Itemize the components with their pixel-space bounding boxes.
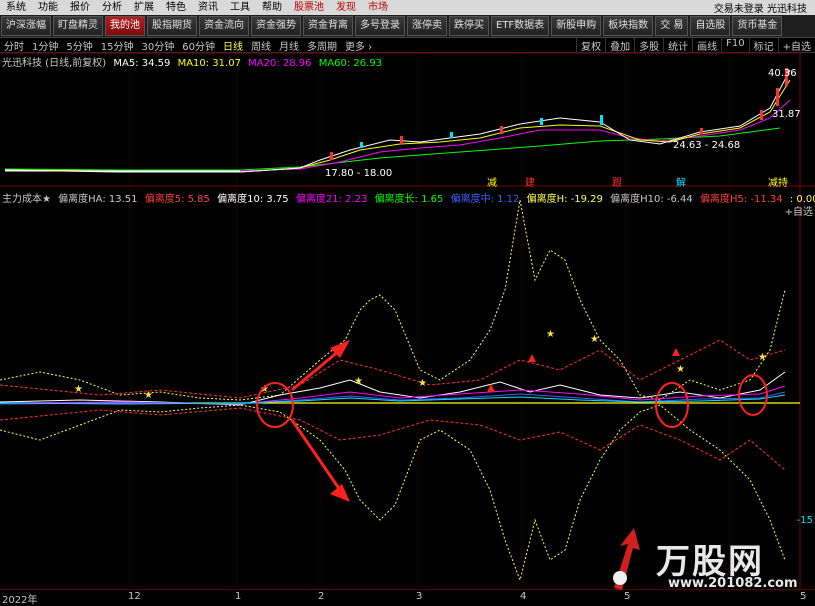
chart-canvas[interactable]: 减 建 跟 解 减持 ★★★ ★ ★★ ★★★ [0, 0, 815, 605]
svg-text:★: ★ [354, 376, 363, 387]
watermark-logo: 万股网 www.201082.com [606, 526, 811, 596]
svg-text:★: ★ [590, 334, 599, 345]
x-tick-2: 2 [318, 591, 325, 602]
vgrid [129, 53, 731, 589]
svg-text:★: ★ [676, 364, 685, 375]
logo-arrow-icon [613, 528, 640, 590]
red-dash-lower [0, 407, 786, 471]
dev-h: 偏离度H: -19.29 [526, 194, 603, 205]
signal-build: 建 [525, 176, 535, 189]
svg-text:★: ★ [418, 378, 427, 389]
dev-5: 偏离度5: 5.85 [144, 194, 210, 205]
signal-follow: 跟 [612, 177, 622, 189]
ma10-line [4, 79, 791, 173]
dev-21: 偏离度21: 2.23 [295, 194, 368, 205]
main-legend: 光迅科技 (日线,前复权) MA5: 34.59 MA10: 31.07 MA2… [2, 54, 386, 69]
highlight-circle-2 [655, 382, 689, 428]
x-tick-3: 3 [416, 591, 423, 602]
dev-mid: 偏离度中: 1.12 [450, 194, 520, 205]
dev-h5: 偏离度H5: -11.34 [699, 194, 783, 205]
price-low-label-1: 17.80 - 18.00 [325, 168, 393, 179]
price-low-label-2: 24.63 - 24.68 [673, 140, 741, 151]
logo-url: www.201082.com [668, 576, 798, 591]
highlight-circle-1 [256, 382, 294, 428]
price-high-label: 40.36 [768, 68, 797, 79]
svg-text:★: ★ [144, 390, 153, 401]
x-tick-2022: 2022年 [2, 595, 38, 606]
price-mid-label: 31.87 [772, 109, 801, 120]
dev-ha: 偏离度HA: 13.51 [58, 194, 138, 205]
x-tick-12: 12 [128, 591, 141, 602]
ma60-label: MA60: 26.93 [318, 58, 383, 69]
ma20-line [4, 99, 791, 173]
x-tick-1: 1 [235, 591, 242, 602]
svg-text:★: ★ [546, 329, 555, 340]
signal-reduce-hold: 减持 [768, 176, 788, 189]
ma10-label: MA10: 31.07 [177, 58, 241, 69]
dev-10: 偏离度10: 3.75 [217, 194, 289, 205]
x-tick-4: 4 [520, 591, 527, 602]
dev-long: 偏离度长: 1.65 [374, 194, 444, 205]
signal-reduce: 减 [487, 177, 497, 189]
svg-text:★: ★ [758, 352, 767, 363]
signal-release: 解 [676, 176, 686, 189]
annotation-arrows [290, 340, 350, 502]
ma5-label: MA5: 34.59 [113, 58, 171, 69]
upper-dash-line [0, 199, 786, 401]
side-value: -15 [796, 515, 813, 526]
ma20-label: MA20: 28.96 [248, 58, 312, 69]
side-add-watch[interactable]: +自选 [785, 203, 813, 218]
red-dash-upper [0, 339, 786, 399]
ma60-line [4, 127, 781, 171]
indicator-name[interactable]: 主力成本★ [2, 194, 51, 205]
dev-h10: 偏离度H10: -6.44 [610, 194, 693, 205]
star-markers: ★★★ ★ ★★ ★★★ [74, 329, 767, 401]
stock-title: 光迅科技 (日线,前复权) [2, 58, 107, 69]
sub-legend: 主力成本★ 偏离度HA: 13.51 偏离度5: 5.85 偏离度10: 3.7… [2, 190, 815, 205]
svg-text:★: ★ [74, 384, 83, 395]
up-arrow-markers [487, 348, 680, 392]
